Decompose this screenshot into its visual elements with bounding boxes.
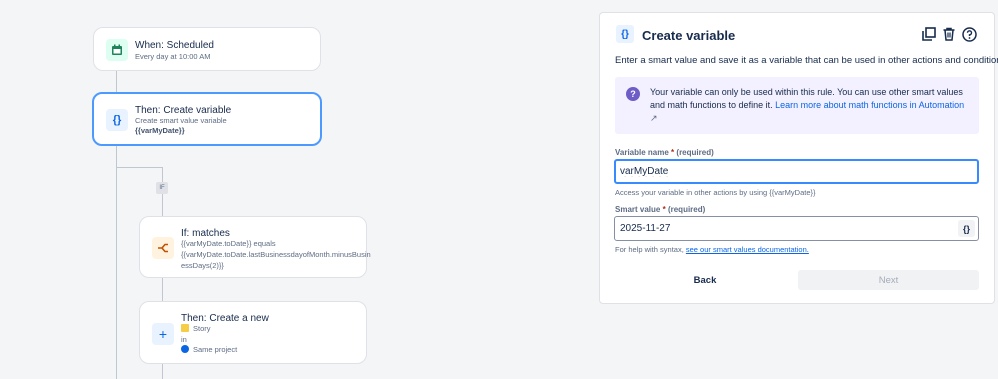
smart-value-required-marker: * [662, 205, 666, 214]
flow-connector [162, 364, 163, 379]
condition-card[interactable]: If: matches {{varMyDate.toDate}} equals … [139, 216, 371, 278]
back-button[interactable]: Back [615, 270, 795, 290]
variable-name-label: Variable name * (required) [615, 148, 714, 157]
flow-connector [116, 71, 117, 92]
panel-description: Enter a smart value and save it as a var… [615, 55, 998, 66]
smart-value-label: Smart value * (required) [615, 205, 705, 214]
flow-connector [162, 278, 163, 301]
create-issue-card[interactable]: + Then: Create a new Story in Same proje… [139, 301, 367, 364]
condition-title: If: matches [181, 228, 230, 239]
external-link-icon: ↗ [650, 113, 658, 123]
delete-icon[interactable] [940, 25, 958, 43]
branch-icon [152, 237, 174, 259]
create-issue-type: Story [193, 324, 211, 333]
create-variable-card[interactable]: {} Then: Create variable Create smart va… [92, 92, 322, 146]
info-message: ? Your variable can only be used within … [615, 77, 979, 134]
variable-name-required-marker: * [671, 148, 675, 157]
create-variable-panel: {} Create variable Enter a smart value a… [599, 12, 998, 304]
smart-values-docs-link[interactable]: see our smart values documentation. [686, 245, 809, 254]
condition-line-3: essDays(2)}} [181, 261, 224, 270]
story-type-icon [181, 324, 189, 332]
info-text: Your variable can only be used within th… [650, 86, 970, 125]
question-icon: ? [626, 87, 640, 101]
smart-value-required-text: (required) [667, 205, 706, 214]
create-issue-in: in [181, 335, 187, 344]
project-icon [181, 345, 189, 353]
variable-name-input[interactable] [614, 159, 979, 184]
trigger-title: When: Scheduled [135, 40, 214, 51]
variable-name-label-text: Variable name [615, 148, 669, 157]
curly-braces-icon: {} [616, 25, 634, 43]
create-issue-project: Same project [193, 345, 238, 354]
create-variable-name: {{varMyDate}} [135, 126, 185, 135]
smart-value-insert-button[interactable]: {} [958, 220, 975, 237]
panel-title: Create variable [642, 28, 736, 43]
smart-value-help: For help with syntax, see our smart valu… [615, 245, 809, 254]
trigger-subtitle: Every day at 10:00 AM [135, 52, 211, 61]
condition-line-1: {{varMyDate.toDate}} equals [181, 239, 276, 248]
create-variable-subtitle: Create smart value variable [135, 116, 227, 125]
condition-line-2: {{varMyDate.toDate.lastBusinessdayofMont… [181, 250, 371, 259]
math-functions-link[interactable]: Learn more about math functions in Autom… [775, 100, 964, 110]
calendar-icon [106, 39, 128, 61]
create-variable-title: Then: Create variable [135, 105, 232, 116]
smart-value-input[interactable]: 2025-11-27 {} [614, 216, 979, 241]
trigger-card[interactable]: When: Scheduled Every day at 10:00 AM [93, 27, 321, 71]
help-icon[interactable] [960, 25, 978, 43]
flow-connector [116, 146, 117, 379]
plus-icon: + [152, 323, 174, 345]
smart-value-text: 2025-11-27 [620, 223, 671, 234]
next-button[interactable]: Next [798, 270, 979, 290]
if-badge: IF [156, 182, 168, 194]
duplicate-icon[interactable] [920, 25, 938, 43]
smart-value-label-text: Smart value [615, 205, 661, 214]
variable-name-help: Access your variable in other actions by… [615, 188, 816, 197]
variable-name-required-text: (required) [676, 148, 714, 157]
create-issue-title: Then: Create a new [181, 313, 269, 324]
smart-value-help-prefix: For help with syntax, [615, 245, 686, 254]
flow-branch-connector [116, 167, 162, 168]
curly-braces-icon: {} [106, 109, 128, 131]
